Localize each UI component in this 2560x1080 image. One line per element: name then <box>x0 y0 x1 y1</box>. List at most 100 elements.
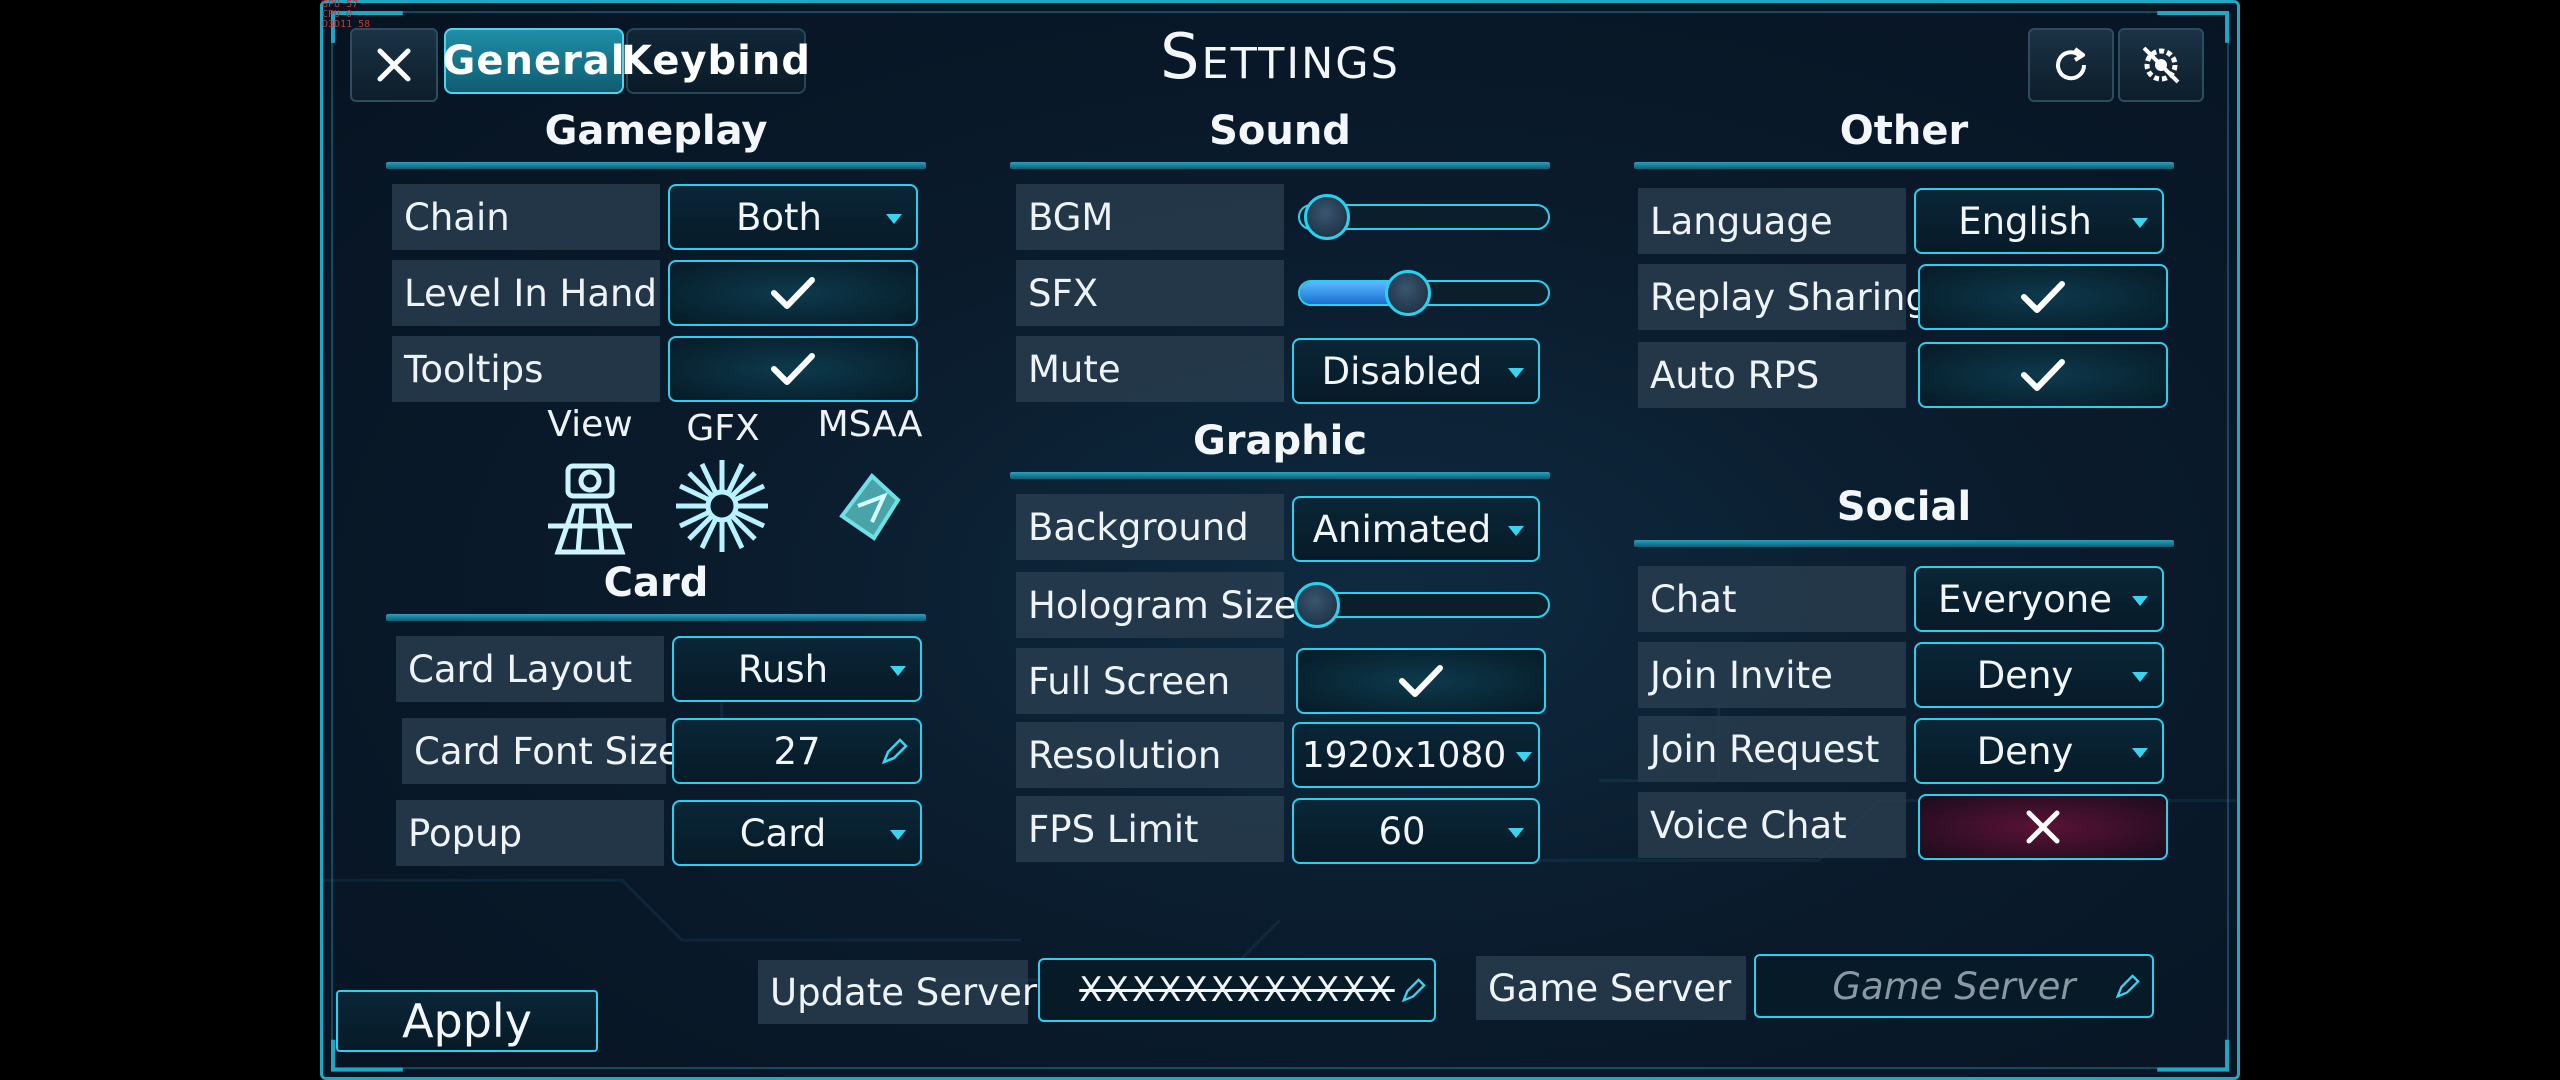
sfx-slider-knob[interactable] <box>1384 270 1431 316</box>
resolution-value: 1920x1080 <box>1301 734 1507 776</box>
full-screen-checkbox[interactable] <box>1296 648 1546 714</box>
voice-chat-checkbox[interactable] <box>1918 794 2168 860</box>
check-icon <box>771 277 815 309</box>
check-icon <box>2021 281 2065 313</box>
social-heading: Social <box>1836 484 1972 530</box>
language-value: English <box>1958 199 2092 243</box>
join-invite-label: Join Invite <box>1638 642 1906 708</box>
chevron-down-icon <box>1508 368 1524 378</box>
tab-general[interactable]: General <box>443 28 625 94</box>
language-dropdown[interactable]: English <box>1914 188 2164 254</box>
popup-dropdown[interactable]: Card <box>672 800 922 866</box>
pencil-icon <box>1401 978 1426 1003</box>
mute-value: Disabled <box>1321 349 1483 393</box>
background-value: Animated <box>1312 507 1492 551</box>
chevron-down-icon <box>1508 526 1524 536</box>
sound-divider <box>1010 162 1550 169</box>
pencil-icon <box>881 738 908 765</box>
game-server-placeholder: Game Server <box>1832 964 2076 1008</box>
fps-limit-dropdown[interactable]: 60 <box>1292 798 1540 864</box>
check-icon <box>1399 665 1443 697</box>
chevron-down-icon <box>890 830 906 840</box>
starburst-icon[interactable] <box>672 456 772 556</box>
bgm-slider-knob[interactable] <box>1304 194 1351 240</box>
check-icon <box>771 353 815 385</box>
game-server-input[interactable]: Game Server <box>1754 954 2154 1018</box>
close-button[interactable] <box>350 28 438 102</box>
tooltips-label: Tooltips <box>392 336 660 402</box>
sfx-slider[interactable] <box>1298 270 1550 316</box>
full-screen-label: Full Screen <box>1016 648 1284 714</box>
update-server-label: Update Server <box>758 960 1037 1024</box>
mute-label: Mute <box>1016 336 1284 402</box>
close-icon <box>377 48 411 82</box>
chevron-down-icon <box>2132 596 2148 606</box>
graphic-heading: Graphic <box>1192 418 1368 464</box>
hologram-size-label: Hologram Size <box>1016 572 1297 638</box>
voice-chat-label: Voice Chat <box>1638 792 1906 858</box>
crystal-icon[interactable] <box>832 466 908 546</box>
card-layout-value: Rush <box>737 647 829 691</box>
hologram-size-slider[interactable] <box>1294 582 1550 628</box>
background-dropdown[interactable]: Animated <box>1292 496 1540 562</box>
bgm-label: BGM <box>1016 184 1284 250</box>
gfx-label: GFX <box>686 408 760 449</box>
chevron-down-icon <box>2132 218 2148 228</box>
sound-heading: Sound <box>1209 108 1351 154</box>
tab-keybind[interactable]: Keybind <box>621 28 810 94</box>
auto-rps-label: Auto RPS <box>1638 342 1906 408</box>
sfx-label: SFX <box>1016 260 1284 326</box>
mute-dropdown[interactable]: Disabled <box>1292 338 1540 404</box>
graphic-divider <box>1010 472 1550 479</box>
msaa-label: MSAA <box>817 404 923 445</box>
level-in-hand-checkbox[interactable] <box>668 260 918 326</box>
replay-sharing-checkbox[interactable] <box>1918 264 2168 330</box>
bgm-slider[interactable] <box>1298 194 1550 240</box>
resolution-label: Resolution <box>1016 722 1284 788</box>
page-title: Settings <box>1160 20 1400 93</box>
card-layout-label: Card Layout <box>396 636 664 702</box>
join-invite-dropdown[interactable]: Deny <box>1914 642 2164 708</box>
chevron-down-icon <box>1516 752 1532 762</box>
tooltips-checkbox[interactable] <box>668 336 918 402</box>
hologram-slider-knob[interactable] <box>1294 582 1340 628</box>
update-server-input[interactable]: XXXXXXXXXXXX <box>1038 958 1436 1022</box>
social-divider <box>1634 540 2174 547</box>
settings-off-button[interactable] <box>2118 28 2204 102</box>
gameplay-divider <box>386 162 926 169</box>
fps-limit-value: 60 <box>1378 809 1426 853</box>
level-in-hand-label: Level In Hand <box>392 260 660 326</box>
fps-limit-label: FPS Limit <box>1016 796 1284 862</box>
other-heading: Other <box>1839 108 1969 154</box>
game-server-label: Game Server <box>1476 956 1746 1020</box>
view-label: View <box>547 404 633 445</box>
chain-value: Both <box>736 195 822 239</box>
language-label: Language <box>1638 188 1906 254</box>
join-request-value: Deny <box>1976 729 2074 773</box>
card-heading: Card <box>603 560 709 606</box>
chevron-down-icon <box>2132 748 2148 758</box>
reset-button[interactable] <box>2028 28 2114 102</box>
resolution-dropdown[interactable]: 1920x1080 <box>1292 722 1540 788</box>
chat-dropdown[interactable]: Everyone <box>1914 566 2164 632</box>
perf-overlay: GPU 57 CPU 0 D3D11 58 <box>322 0 371 30</box>
auto-rps-checkbox[interactable] <box>1918 342 2168 408</box>
camera-platform-icon[interactable] <box>538 456 642 556</box>
chain-dropdown[interactable]: Both <box>668 184 918 250</box>
update-server-value: XXXXXXXXXXXX <box>1079 970 1395 1010</box>
chat-value: Everyone <box>1938 577 2112 621</box>
chevron-down-icon <box>2132 672 2148 682</box>
join-invite-value: Deny <box>1976 653 2074 697</box>
apply-button[interactable]: Apply <box>336 990 598 1052</box>
card-layout-dropdown[interactable]: Rush <box>672 636 922 702</box>
refresh-icon <box>2056 47 2087 81</box>
chevron-down-icon <box>1508 828 1524 838</box>
card-font-size-input[interactable]: 27 <box>672 718 922 784</box>
chevron-down-icon <box>886 214 902 224</box>
join-request-dropdown[interactable]: Deny <box>1914 718 2164 784</box>
other-divider <box>1634 162 2174 169</box>
gameplay-heading: Gameplay <box>544 108 768 154</box>
card-divider <box>386 614 926 621</box>
chain-label: Chain <box>392 184 660 250</box>
card-font-size-label: Card Font Size <box>402 718 681 784</box>
